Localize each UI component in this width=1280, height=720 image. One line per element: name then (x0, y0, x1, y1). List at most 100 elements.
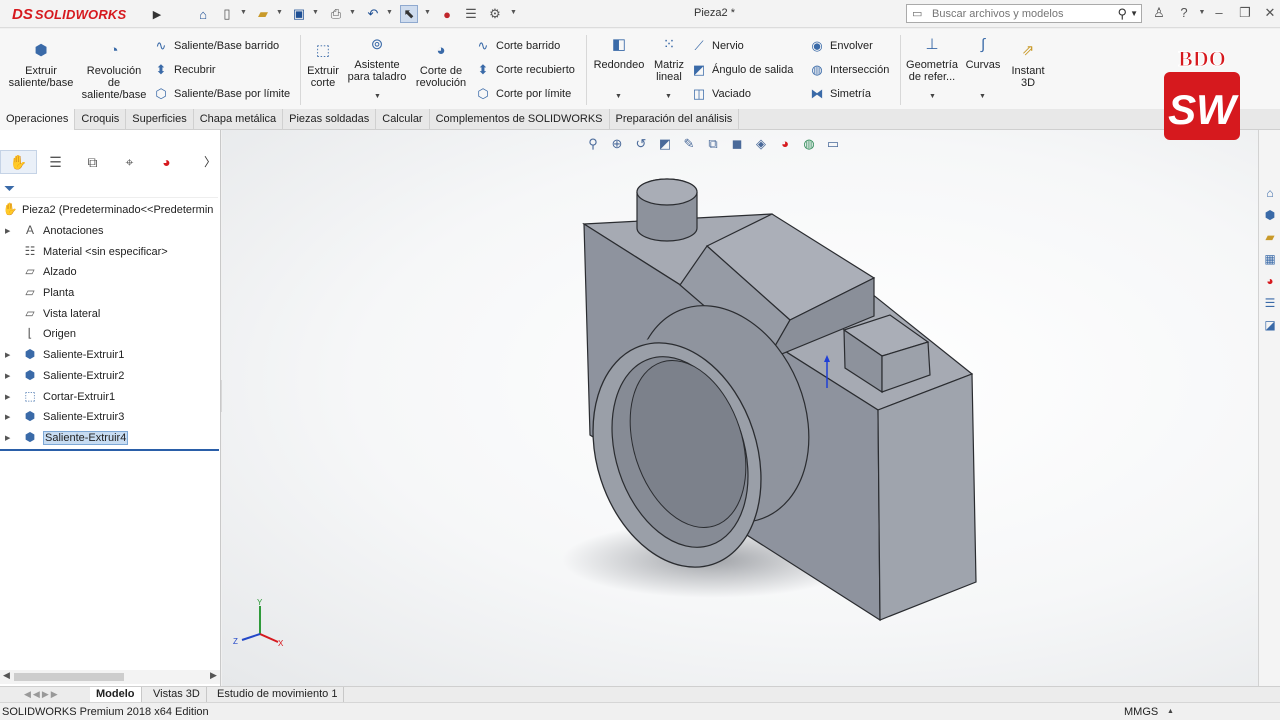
tree-item-cut-extrude1[interactable]: ▶ ⬚ Cortar-Extruir1 (0, 386, 220, 407)
feature-manager-more-arrow-icon[interactable]: 〉 (204, 153, 216, 170)
user-account-icon[interactable]: ♙ (1150, 5, 1168, 21)
intersect-button[interactable]: ◍ Intersección (808, 61, 889, 79)
tree-item-boss-extrude2[interactable]: ▶ ⬢ Saliente-Extruir2 (0, 366, 220, 387)
solidworks-resources-icon[interactable]: ⌂ (1261, 184, 1279, 202)
filter-icon[interactable]: ⏷ (4, 180, 15, 197)
scroll-left-icon[interactable]: ◀ (3, 670, 10, 681)
rib-button[interactable]: ⟋ Nervio (690, 37, 743, 55)
tree-item-right-plane[interactable]: ▱ Vista lateral (0, 303, 220, 324)
scroll-right-icon[interactable]: ▶ (210, 670, 217, 681)
tree-item-boss-extrude4[interactable]: ▶ ⬢ Saliente-Extruir4 (0, 428, 220, 449)
home-icon[interactable]: ⌂ (194, 5, 212, 23)
extrude-cut-button[interactable]: ⬚ Extruir corte (304, 43, 342, 89)
new-dropdown-icon[interactable]: ▼ (240, 9, 247, 17)
instant3d-button[interactable]: ⇗ Instant 3D (1006, 43, 1050, 89)
search-dropdown-icon[interactable]: ▼ (1130, 9, 1138, 18)
fillet-button[interactable]: ◧ Redondeo (592, 37, 646, 71)
scrollbar-thumb[interactable] (14, 673, 124, 681)
close-icon[interactable]: ✕ (1261, 5, 1279, 21)
lofted-cut-button[interactable]: ⬍ Corte recubierto (474, 61, 575, 79)
boundary-cut-button[interactable]: ⬡ Corte por límite (474, 85, 571, 103)
tab-calcular[interactable]: Calcular (376, 109, 430, 130)
tab-navigation-arrows-icon[interactable]: ◀◀▶▶ (24, 689, 60, 700)
expand-arrow-icon[interactable]: ▶ (5, 393, 10, 401)
loft-button[interactable]: ⬍ Recubrir (152, 61, 216, 79)
tab-piezas-soldadas[interactable]: Piezas soldadas (283, 109, 377, 130)
search-icon[interactable]: ⚲ (1117, 6, 1127, 22)
units-selector[interactable]: MMGS (1124, 706, 1158, 718)
solidworks-logo[interactable]: DS SOLIDWORKS (12, 5, 126, 23)
rebuild-traffic-light-icon[interactable]: ● (438, 5, 456, 23)
file-explorer-icon[interactable]: ▰ (1261, 228, 1279, 246)
file-properties-icon[interactable]: ☰ (462, 5, 480, 23)
tree-item-boss-extrude3[interactable]: ▶ ⬢ Saliente-Extruir3 (0, 407, 220, 428)
appearances-icon[interactable]: ◕ (1261, 272, 1279, 290)
rollback-bar[interactable] (0, 449, 219, 451)
view-palette-icon[interactable]: ▦ (1261, 250, 1279, 268)
options-dropdown-icon[interactable]: ▼ (510, 9, 517, 17)
new-document-icon[interactable]: ▯ (218, 5, 236, 23)
tree-horizontal-scrollbar[interactable]: ◀ ▶ (0, 670, 220, 684)
hole-wizard-button[interactable]: ⊚ Asistente para taladro (344, 37, 410, 83)
fillet-dropdown-icon[interactable]: ▼ (615, 93, 622, 100)
reference-geometry-button[interactable]: ⊥ Geometría de refer... (904, 37, 960, 83)
search-input[interactable] (932, 7, 1112, 20)
expand-arrow-icon[interactable]: ▶ (5, 227, 10, 235)
tab-chapa-metalica[interactable]: Chapa metálica (194, 109, 284, 130)
hole-wizard-dropdown-icon[interactable]: ▼ (374, 93, 381, 100)
swept-cut-button[interactable]: ∿ Corte barrido (474, 37, 561, 55)
shell-button[interactable]: ◫ Vaciado (690, 85, 751, 103)
units-dropdown-icon[interactable]: ▲ (1167, 708, 1174, 715)
reference-geometry-dropdown-icon[interactable]: ▼ (929, 93, 936, 100)
print-dropdown-icon[interactable]: ▼ (349, 9, 356, 17)
revolve-boss-button[interactable]: ◔ Revolución de saliente/base (80, 43, 148, 101)
help-icon[interactable]: ? (1175, 5, 1193, 20)
tab-vistas-3d[interactable]: Vistas 3D (147, 687, 207, 703)
display-manager-tab-icon[interactable]: ◕ (148, 150, 185, 174)
shutter-button-cap[interactable] (636, 178, 698, 206)
tree-item-origin[interactable]: ⌊ Origen (0, 324, 220, 345)
wrap-button[interactable]: ◉ Envolver (808, 37, 872, 55)
tab-operaciones[interactable]: Operaciones (0, 109, 76, 130)
menu-expand-arrow-icon[interactable]: ▶ (148, 5, 166, 23)
graphics-area[interactable]: ⚲ ⊕ ↺ ◩ ✎ ⧉ ◼ ◈ ◕ ◍ ▭ Y X Z (222, 130, 1258, 686)
body-right-face[interactable] (877, 373, 977, 621)
mirror-button[interactable]: ⧓ Simetría (808, 85, 871, 103)
tree-root-part[interactable]: ✋ Pieza2 (Predeterminado<<Predetermin (0, 200, 220, 221)
tab-estudio-movimiento[interactable]: Estudio de movimiento 1 (211, 687, 345, 703)
curves-dropdown-icon[interactable]: ▼ (979, 93, 986, 100)
tree-item-annotations[interactable]: ▶ A Anotaciones (0, 221, 220, 242)
undo-icon[interactable]: ↶ (364, 5, 382, 23)
draft-button[interactable]: ◩ Ángulo de salida (690, 61, 794, 79)
expand-arrow-icon[interactable]: ▶ (5, 351, 10, 359)
tab-preparacion-analisis[interactable]: Preparación del análisis (610, 109, 740, 130)
select-cursor-icon[interactable]: ⬉ (400, 5, 418, 23)
minimize-icon[interactable]: – (1210, 5, 1228, 20)
undo-dropdown-icon[interactable]: ▼ (386, 9, 393, 17)
custom-properties-icon[interactable]: ☰ (1261, 294, 1279, 312)
options-gear-icon[interactable]: ⚙ (486, 5, 504, 23)
save-icon[interactable]: ▣ (290, 5, 308, 23)
tab-superficies[interactable]: Superficies (126, 109, 194, 130)
camera-model[interactable] (222, 130, 1258, 686)
help-dropdown-icon[interactable]: ▼ (1193, 9, 1211, 16)
tab-modelo[interactable]: Modelo (90, 687, 142, 703)
save-dropdown-icon[interactable]: ▼ (312, 9, 319, 17)
feature-tree-tab-icon[interactable]: ✋ (0, 150, 37, 174)
tab-croquis[interactable]: Croquis (75, 109, 127, 130)
tree-item-top-plane[interactable]: ▱ Planta (0, 283, 220, 304)
curves-button[interactable]: ∫ Curvas (964, 37, 1002, 71)
pattern-dropdown-icon[interactable]: ▼ (665, 93, 672, 100)
expand-arrow-icon[interactable]: ▶ (5, 372, 10, 380)
tree-item-front-plane[interactable]: ▱ Alzado (0, 262, 220, 283)
expand-arrow-icon[interactable]: ▶ (5, 413, 10, 421)
property-manager-tab-icon[interactable]: ☰ (37, 150, 74, 174)
revolve-cut-button[interactable]: ◕ Corte de revolución (412, 43, 470, 89)
boundary-boss-button[interactable]: ⬡ Saliente/Base por límite (152, 85, 290, 103)
open-dropdown-icon[interactable]: ▼ (276, 9, 283, 17)
extrude-boss-button[interactable]: ⬢ Extruir saliente/base (6, 43, 76, 89)
select-dropdown-icon[interactable]: ▼ (424, 9, 431, 17)
tree-item-material[interactable]: ☷ Material <sin especificar> (0, 241, 220, 262)
tree-item-boss-extrude1[interactable]: ▶ ⬢ Saliente-Extruir1 (0, 345, 220, 366)
feature-filter[interactable]: ⏷ (0, 178, 218, 198)
